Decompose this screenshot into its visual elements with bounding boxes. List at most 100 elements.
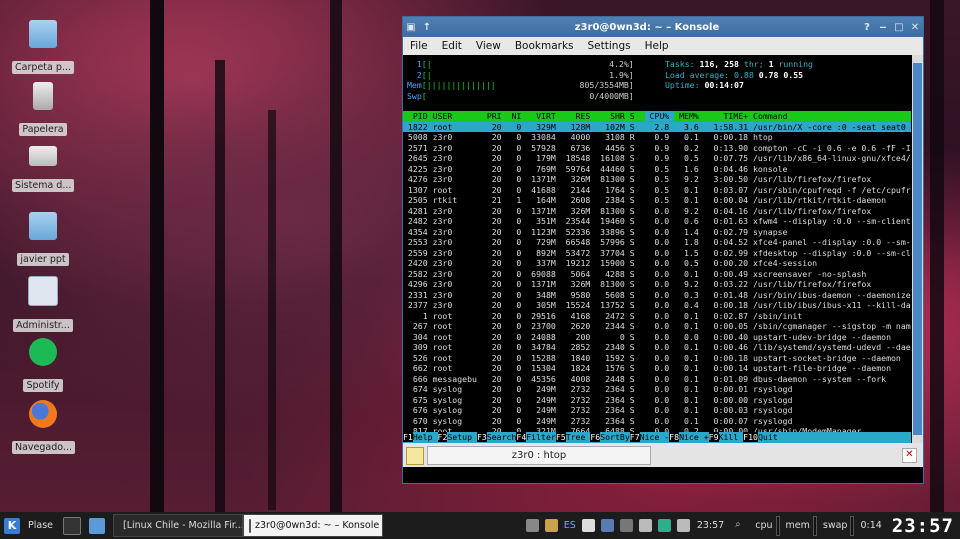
- process-row[interactable]: 2645 z3r0 20 0 179M 18548 16108 S 0.9 0.…: [403, 153, 911, 164]
- process-row[interactable]: 1307 root 20 0 41688 2144 1764 S 0.5 0.1…: [403, 185, 911, 196]
- menu-help[interactable]: Help: [638, 40, 676, 52]
- fkey[interactable]: F6: [590, 432, 601, 442]
- new-tab-button[interactable]: [406, 447, 424, 465]
- process-row[interactable]: 2553 z3r0 20 0 729M 66548 57996 S 0.0 1.…: [403, 237, 911, 248]
- desktop-icon[interactable]: Carpeta p...: [12, 20, 74, 77]
- fkey[interactable]: F7: [629, 432, 640, 442]
- process-table-header[interactable]: PID USER PRI NI VIRT RES SHR S CPU% MEM%…: [403, 111, 911, 122]
- menu-settings[interactable]: Settings: [581, 40, 638, 52]
- fkey-label[interactable]: Nice -: [640, 432, 670, 442]
- update-icon[interactable]: [657, 519, 671, 532]
- places-button[interactable]: Plase: [28, 520, 53, 531]
- fkey-label[interactable]: Kill: [719, 432, 744, 442]
- desktop-icon[interactable]: Administr...: [12, 276, 74, 335]
- search-icon[interactable]: ⌕: [735, 519, 748, 532]
- process-row[interactable]: 4225 z3r0 20 0 769M 59764 44460 S 0.5 1.…: [403, 164, 911, 175]
- process-row[interactable]: 2377 z3r0 20 0 305M 15524 13752 S 0.0 0.…: [403, 300, 911, 311]
- notes-icon[interactable]: [581, 519, 595, 532]
- device-icon[interactable]: [600, 519, 614, 532]
- task-firefox[interactable]: [Linux Chile - Mozilla Fir...: [112, 514, 243, 537]
- menu-edit[interactable]: Edit: [435, 40, 469, 52]
- fkey[interactable]: F3: [476, 432, 487, 442]
- process-row[interactable]: 666 messagebu 20 0 45356 4008 2448 S 0.0…: [403, 374, 911, 385]
- mem-graph[interactable]: [812, 515, 817, 536]
- function-key-bar[interactable]: F1Help F2Setup F3SearchF4FilterF5Tree F6…: [403, 432, 911, 443]
- maximize-icon[interactable]: □: [891, 22, 907, 33]
- process-row[interactable]: 4354 z3r0 20 0 1123M 52336 33896 S 0.0 1…: [403, 227, 911, 238]
- close-tab-button[interactable]: ✕: [902, 448, 917, 463]
- process-row[interactable]: 5008 z3r0 20 0 33084 4000 3108 R 0.9 0.1…: [403, 132, 911, 143]
- task-konsole[interactable]: z3r0@0wn3d: ~ – Konsole: [242, 514, 383, 537]
- fkey[interactable]: F1: [403, 432, 413, 442]
- column-header[interactable]: CPU%: [644, 111, 675, 121]
- process-row[interactable]: 2420 z3r0 20 0 337M 19212 15900 S 0.0 0.…: [403, 258, 911, 269]
- column-header[interactable]: PRI: [487, 111, 507, 121]
- kde-menu-icon[interactable]: K: [4, 517, 24, 534]
- process-row[interactable]: 4281 z3r0 20 0 1371M 326M 81300 S 0.0 9.…: [403, 206, 911, 217]
- fkey-label[interactable]: Filter: [526, 432, 556, 442]
- menu-file[interactable]: File: [403, 40, 435, 52]
- window-menu-icon[interactable]: ▣: [403, 22, 419, 33]
- process-row[interactable]: 267 root 20 0 23700 2620 2344 S 0.0 0.1 …: [403, 321, 911, 332]
- tab-htop[interactable]: z3r0 : htop: [427, 446, 651, 465]
- fkey[interactable]: F5: [555, 432, 566, 442]
- big-clock[interactable]: 23:57: [892, 515, 954, 537]
- process-row[interactable]: 2571 z3r0 20 0 57928 6736 4456 S 0.9 0.2…: [403, 143, 911, 154]
- process-row[interactable]: 309 root 20 0 34784 2852 2340 S 0.0 0.1 …: [403, 342, 911, 353]
- process-row[interactable]: 2582 z3r0 20 0 69088 5064 4288 S 0.0 0.1…: [403, 269, 911, 280]
- pin-icon[interactable]: ↑: [419, 22, 435, 33]
- process-row[interactable]: 1 root 20 0 29516 4168 2472 S 0.0 0.1 0:…: [403, 311, 911, 322]
- desktop-icon[interactable]: Sistema d...: [12, 146, 75, 195]
- menu-bookmarks[interactable]: Bookmarks: [508, 40, 581, 52]
- cpu-graph[interactable]: [775, 515, 780, 536]
- fkey-label[interactable]: Search: [487, 432, 517, 442]
- process-table[interactable]: 1822 root 20 0 329M 128M 102M S 2.8 3.6 …: [403, 121, 911, 437]
- process-row[interactable]: 662 root 20 0 15304 1824 1576 S 0.0 0.1 …: [403, 363, 911, 374]
- close-icon[interactable]: ✕: [907, 22, 923, 33]
- process-row[interactable]: 676 syslog 20 0 249M 2732 2364 S 0.0 0.1…: [403, 405, 911, 416]
- keyboard-layout[interactable]: ES: [564, 520, 576, 531]
- desktop-icon[interactable]: Spotify: [12, 338, 74, 395]
- fkey-label[interactable]: Help: [413, 432, 438, 442]
- fkey[interactable]: F4: [516, 432, 527, 442]
- fkey-label[interactable]: Tree: [566, 432, 591, 442]
- settings-tray-icon[interactable]: [619, 519, 633, 532]
- process-row[interactable]: 670 syslog 20 0 249M 2732 2364 S 0.0 0.1…: [403, 416, 911, 427]
- minimize-icon[interactable]: ‒: [875, 22, 891, 33]
- fkey-label[interactable]: Setup: [447, 432, 477, 442]
- process-row[interactable]: 1822 root 20 0 329M 128M 102M S 2.8 3.6 …: [403, 121, 911, 132]
- column-header[interactable]: TIME+: [704, 111, 753, 121]
- column-header[interactable]: USER: [433, 111, 487, 121]
- process-row[interactable]: 2331 z3r0 20 0 348M 9580 5608 S 0.0 0.3 …: [403, 290, 911, 301]
- column-header[interactable]: S: [630, 111, 645, 121]
- clipboard-icon[interactable]: [544, 519, 558, 532]
- fkey[interactable]: F9: [708, 432, 719, 442]
- wifi-icon[interactable]: [638, 519, 652, 532]
- fkey[interactable]: F8: [669, 432, 680, 442]
- workspace-icon[interactable]: [525, 519, 539, 532]
- column-header[interactable]: NI: [507, 111, 527, 121]
- fkey-label[interactable]: Quit: [758, 432, 778, 442]
- files-launcher-icon[interactable]: [88, 517, 109, 534]
- fkey-label[interactable]: Nice +: [679, 432, 709, 442]
- process-row[interactable]: 2505 rtkit 21 1 164M 2608 2384 S 0.5 0.1…: [403, 195, 911, 206]
- scrollbar-thumb[interactable]: [913, 63, 922, 435]
- process-row[interactable]: 2482 z3r0 20 0 351M 23544 19460 S 0.0 0.…: [403, 216, 911, 227]
- konsole-window[interactable]: ▣ ↑ z3r0@0wn3d: ~ – Konsole ? ‒ □ ✕ File…: [402, 16, 924, 484]
- desktop-icon[interactable]: Papelera: [12, 82, 74, 139]
- terminal[interactable]: 1[| 4.2%] 2[| 1.9%] Mem[|||||||||||||| 80…: [403, 55, 911, 443]
- process-row[interactable]: 4296 z3r0 20 0 1371M 326M 81300 S 0.0 9.…: [403, 279, 911, 290]
- terminal-launcher-icon[interactable]: [62, 516, 85, 535]
- column-header[interactable]: SHR: [595, 111, 630, 121]
- process-row[interactable]: 2559 z3r0 20 0 892M 53472 37704 S 0.0 1.…: [403, 248, 911, 259]
- fkey[interactable]: F10: [743, 432, 758, 442]
- desktop-icon[interactable]: javier ppt: [12, 212, 74, 269]
- volume-icon[interactable]: [676, 519, 690, 532]
- scrollbar[interactable]: [912, 55, 923, 443]
- process-row[interactable]: 674 syslog 20 0 249M 2732 2364 S 0.0 0.1…: [403, 384, 911, 395]
- desktop-icon[interactable]: Navegado...: [12, 400, 75, 457]
- swap-graph[interactable]: [850, 515, 855, 536]
- menu-view[interactable]: View: [469, 40, 508, 52]
- column-header[interactable]: RES: [561, 111, 596, 121]
- column-header[interactable]: Command: [753, 111, 792, 121]
